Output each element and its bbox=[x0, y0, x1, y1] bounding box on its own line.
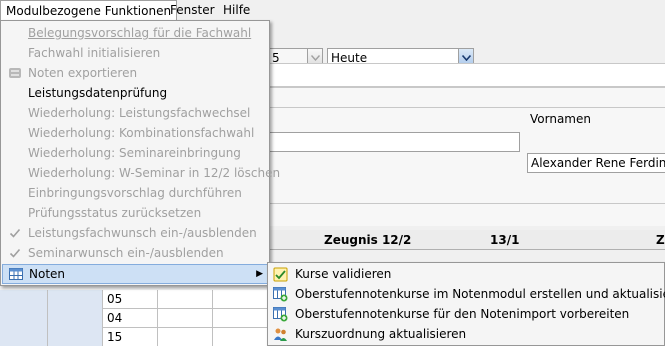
menu-item-wiederholung-kombinationsfachwahl[interactable]: Wiederholung: Kombinationsfachwahl bbox=[2, 123, 268, 143]
grade-cell[interactable]: 04 bbox=[103, 309, 158, 328]
submenu-item-label: Kurse validieren bbox=[295, 267, 392, 281]
vornamen-field[interactable]: Alexander Rene Ferdinand bbox=[527, 153, 665, 173]
column-header-zeugnis: Zeugnis 12/2 bbox=[324, 233, 412, 247]
export-icon bbox=[8, 66, 22, 80]
submenu-item-kurszuordnung-aktualisieren[interactable]: Kurszuordnung aktualisieren bbox=[269, 324, 663, 344]
column-header-13-1: 13/1 bbox=[490, 233, 520, 247]
menu-item-belegungsvorschlag[interactable]: Belegungsvorschlag für die Fachwahl bbox=[2, 23, 268, 43]
submenu-item-notenimport-vorbereiten[interactable]: Oberstufennotenkurse für den Notenimport… bbox=[269, 304, 663, 324]
submenu-item-notenkurse-erstellen[interactable]: Oberstufennotenkurse im Notenmodul erste… bbox=[269, 284, 665, 304]
submenu-item-kurse-validieren[interactable]: Kurse validieren bbox=[269, 264, 663, 284]
vornamen-value: Alexander Rene Ferdinand bbox=[531, 156, 665, 170]
menu-item-label: Leistungsfachwunsch ein-/ausblenden bbox=[28, 226, 257, 240]
table-add-icon bbox=[273, 307, 288, 322]
menu-item-label: Leistungsdatenprüfung bbox=[28, 86, 168, 100]
people-icon bbox=[273, 327, 288, 342]
menu-item-label: Fachwahl initialisieren bbox=[28, 46, 161, 60]
header-band bbox=[270, 63, 665, 87]
menubar: Modulbezogene Funktionen Fenster Hilfe bbox=[0, 0, 665, 21]
noten-submenu: Kurse validieren Oberstufennotenkurse im… bbox=[267, 262, 665, 346]
menu-label: Fenster bbox=[170, 3, 215, 17]
grade-cell[interactable]: 15 bbox=[103, 328, 158, 346]
menu-item-fachwahl-initialisieren[interactable]: Fachwahl initialisieren bbox=[2, 43, 268, 63]
menu-item-label: Wiederholung: W-Seminar in 12/2 löschen bbox=[28, 166, 281, 180]
modulbezogene-funktionen-menu: Belegungsvorschlag für die Fachwahl Fach… bbox=[0, 20, 280, 286]
table-add-icon bbox=[273, 287, 288, 302]
nachname-field[interactable] bbox=[270, 132, 520, 152]
menu-item-label: Wiederholung: Leistungsfachwechsel bbox=[28, 106, 251, 120]
menu-item-einbringungsvorschlag[interactable]: Einbringungsvorschlag durchführen bbox=[2, 183, 268, 203]
menu-item-leistungsdatenpruefung[interactable]: Leistungsdatenprüfung bbox=[2, 83, 268, 103]
menu-label: Modulbezogene Funktionen bbox=[6, 4, 172, 18]
menu-hilfe[interactable]: Hilfe bbox=[218, 0, 255, 21]
menu-item-label: Wiederholung: Kombinationsfachwahl bbox=[28, 126, 255, 140]
vornamen-label: Vornamen bbox=[530, 112, 591, 126]
submenu-item-label: Oberstufennotenkurse im Notenmodul erste… bbox=[295, 287, 665, 301]
menu-item-w-seminar-loeschen[interactable]: Wiederholung: W-Seminar in 12/2 löschen bbox=[2, 163, 280, 183]
validate-icon bbox=[273, 267, 288, 282]
menu-item-noten[interactable]: Noten ▶ bbox=[2, 264, 268, 284]
column-header-z: Z bbox=[656, 233, 665, 247]
menu-item-label: Belegungsvorschlag für die Fachwahl bbox=[28, 26, 252, 40]
menu-item-label: Noten exportieren bbox=[28, 66, 138, 80]
menu-item-leistungsfachwunsch-toggle[interactable]: Leistungsfachwunsch ein-/ausblenden bbox=[2, 223, 268, 243]
menu-item-pruefungsstatus-zuruecksetzen[interactable]: Prüfungsstatus zurücksetzen bbox=[2, 203, 268, 223]
menu-item-label: Noten bbox=[29, 267, 66, 281]
menu-item-label: Seminarwunsch ein-/ausblenden bbox=[28, 246, 224, 260]
menu-item-noten-exportieren[interactable]: Noten exportieren bbox=[2, 63, 268, 83]
grade-cell[interactable]: 05 bbox=[103, 290, 158, 309]
submenu-arrow-icon: ▶ bbox=[256, 269, 263, 279]
check-icon bbox=[8, 246, 22, 260]
submenu-item-label: Kurszuordnung aktualisieren bbox=[295, 327, 467, 341]
divider bbox=[270, 203, 665, 204]
menu-item-label: Prüfungsstatus zurücksetzen bbox=[28, 206, 202, 220]
menu-item-seminarwunsch-toggle[interactable]: Seminarwunsch ein-/ausblenden bbox=[2, 243, 268, 263]
menu-item-label: Wiederholung: Seminareinbringung bbox=[28, 146, 241, 160]
menu-item-label: Einbringungsvorschlag durchführen bbox=[28, 186, 242, 200]
check-icon bbox=[8, 226, 22, 240]
table-icon bbox=[9, 267, 23, 281]
menu-label: Hilfe bbox=[223, 3, 251, 17]
menu-fenster[interactable]: Fenster bbox=[165, 0, 220, 21]
header-band bbox=[270, 87, 665, 108]
menu-item-wiederholung-leistungsfachwechsel[interactable]: Wiederholung: Leistungsfachwechsel bbox=[2, 103, 268, 123]
menu-item-wiederholung-seminareinbringung[interactable]: Wiederholung: Seminareinbringung bbox=[2, 143, 268, 163]
submenu-item-label: Oberstufennotenkurse für den Notenimport… bbox=[295, 307, 630, 321]
menu-modulbezogene-funktionen[interactable]: Modulbezogene Funktionen bbox=[0, 0, 178, 21]
